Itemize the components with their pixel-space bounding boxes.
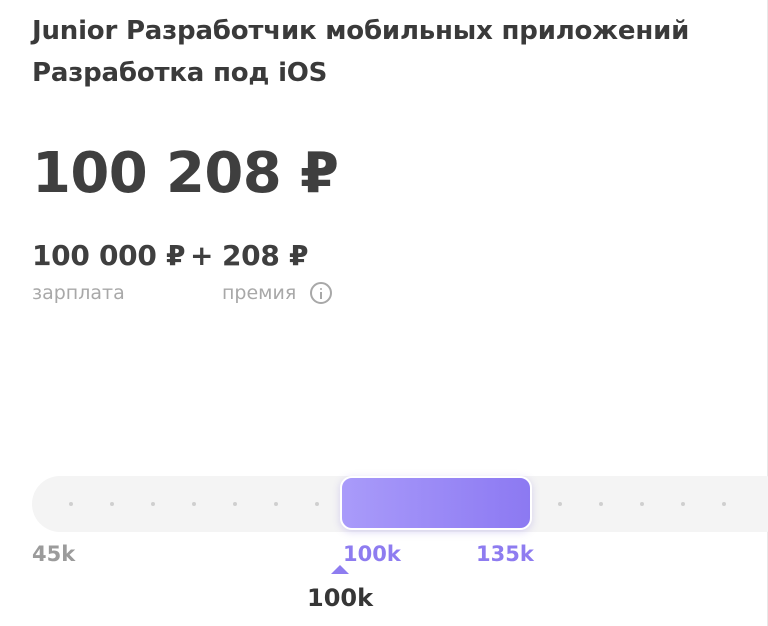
range-to-label: 135k	[476, 542, 534, 566]
specialization-title: Разработка под iOS	[32, 58, 328, 88]
track-dot	[722, 502, 726, 506]
track-dot	[640, 502, 644, 506]
track-dot	[151, 502, 155, 506]
current-value-marker-icon	[331, 565, 349, 574]
track-dot	[315, 502, 319, 506]
track-dot	[599, 502, 603, 506]
track-dot	[681, 502, 685, 506]
current-value-label: 100k	[307, 584, 374, 612]
track-dot	[192, 502, 196, 506]
bonus-caption: премия	[222, 282, 297, 304]
track-dot	[558, 502, 562, 506]
bonus-amount: 208 ₽	[222, 239, 309, 272]
info-icon[interactable]	[310, 282, 332, 304]
scale-min-label: 45k	[32, 542, 76, 566]
position-title: Junior Разработчик мобильных приложений	[32, 16, 690, 46]
salary-caption: зарплата	[32, 282, 125, 304]
vacancy-title: Junior Разработчик мобильных приложений …	[32, 10, 689, 94]
total-compensation: 100 208 ₽	[32, 141, 339, 206]
track-dot	[69, 502, 73, 506]
track-dot	[110, 502, 114, 506]
range-from-label: 100k	[343, 542, 401, 566]
plus-sign: +	[190, 239, 214, 272]
compensation-breakdown: 100 000 ₽ + 208 ₽ зарплата премия	[32, 236, 452, 316]
salary-amount: 100 000 ₽	[32, 239, 186, 272]
salary-range-selection[interactable]	[340, 476, 532, 530]
track-dot	[274, 502, 278, 506]
track-dot	[233, 502, 237, 506]
